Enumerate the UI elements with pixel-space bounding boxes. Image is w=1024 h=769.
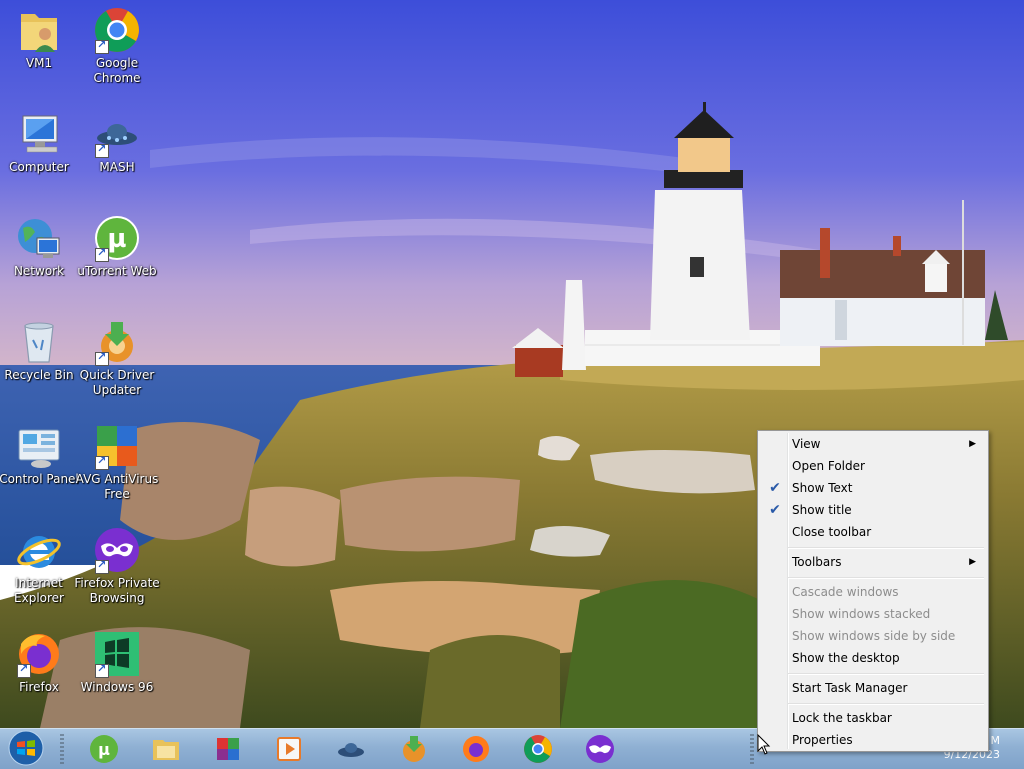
menu-item-lock-the-taskbar[interactable]: Lock the taskbar bbox=[760, 707, 986, 729]
menu-separator bbox=[788, 673, 984, 675]
menu-item-close-toolbar[interactable]: Close toolbar bbox=[760, 521, 986, 543]
mash-ufo-icon bbox=[338, 743, 364, 757]
toolbar-grip[interactable] bbox=[60, 734, 64, 764]
menu-item-show-title[interactable]: ✔ Show title bbox=[760, 499, 986, 521]
menu-item-label: Start Task Manager bbox=[792, 681, 908, 695]
shortcut-arrow-icon bbox=[95, 246, 109, 262]
desktop-icon-mash[interactable]: MASH bbox=[78, 106, 156, 206]
ie-icon bbox=[17, 536, 61, 568]
shortcut-arrow-icon bbox=[95, 38, 109, 54]
menu-item-label: Toolbars bbox=[792, 555, 842, 569]
menu-separator bbox=[788, 703, 984, 705]
desktop-icon-label: Google Chrome bbox=[93, 56, 141, 85]
shortcut-arrow-icon bbox=[95, 558, 109, 574]
menu-separator bbox=[788, 577, 984, 579]
recycle-bin-icon bbox=[24, 322, 54, 363]
driver-updater-icon bbox=[403, 736, 425, 762]
mouse-cursor-icon bbox=[757, 734, 771, 755]
menu-separator bbox=[788, 547, 984, 549]
firefox-private-icon bbox=[586, 735, 614, 763]
desktop-icon-label: uTorrent Web bbox=[77, 264, 157, 278]
taskbar-context-menu: View ▶ Open Folder ✔ Show Text ✔ Show ti… bbox=[757, 430, 989, 752]
taskbar-firefox-button[interactable] bbox=[452, 732, 502, 766]
media-player-icon bbox=[277, 737, 301, 761]
menu-item-label: Close toolbar bbox=[792, 525, 872, 539]
desktop-icon-label: Firefox Private Browsing bbox=[74, 576, 160, 605]
desktop-icon-windows-96[interactable]: Windows 96 bbox=[78, 626, 156, 726]
menu-item-show-windows-side-by-side: Show windows side by side bbox=[760, 625, 986, 647]
menu-item-label: Open Folder bbox=[792, 459, 865, 473]
taskbar-chrome-button[interactable] bbox=[514, 732, 564, 766]
menu-item-start-task-manager[interactable]: Start Task Manager bbox=[760, 677, 986, 699]
chrome-icon bbox=[524, 735, 552, 763]
desktop-icon-control-panel[interactable]: Control Panel bbox=[0, 418, 79, 518]
file-explorer-icon bbox=[153, 740, 179, 760]
menu-item-label: Show windows side by side bbox=[792, 629, 956, 643]
desktop-icon-computer[interactable]: Computer bbox=[0, 106, 78, 206]
taskbar-mash-button[interactable] bbox=[327, 732, 377, 766]
menu-item-properties[interactable]: Properties bbox=[760, 729, 986, 751]
desktop-icon-google-chrome[interactable]: Google Chrome bbox=[78, 2, 156, 102]
taskbar-media-player-button[interactable] bbox=[265, 732, 315, 766]
utorrent-icon: µ bbox=[90, 735, 118, 763]
desktop-icon-label: AVG AntiVirus Free bbox=[75, 472, 159, 501]
menu-item-cascade-windows: Cascade windows bbox=[760, 581, 986, 603]
menu-item-toolbars[interactable]: Toolbars ▶ bbox=[760, 551, 986, 573]
menu-item-show-windows-stacked: Show windows stacked bbox=[760, 603, 986, 625]
menu-item-label: Show the desktop bbox=[792, 651, 900, 665]
menu-item-show-the-desktop[interactable]: Show the desktop bbox=[760, 647, 986, 669]
menu-item-label: Show windows stacked bbox=[792, 607, 931, 621]
taskbar-utorrent-button[interactable]: µ bbox=[80, 732, 130, 766]
taskbar-firefox-private-button[interactable] bbox=[576, 732, 626, 766]
network-icon bbox=[18, 219, 60, 258]
desktop-icon-label: MASH bbox=[99, 160, 135, 174]
desktop-icon-label: Windows 96 bbox=[80, 680, 154, 694]
shortcut-arrow-icon bbox=[95, 350, 109, 366]
desktop-icon-label: Quick Driver Updater bbox=[79, 368, 155, 397]
desktop-icon-vm1[interactable]: VM1 bbox=[0, 2, 78, 102]
shortcut-arrow-icon bbox=[95, 662, 109, 678]
computer-icon bbox=[22, 115, 58, 153]
winrar-icon bbox=[217, 738, 239, 760]
checkmark-icon: ✔ bbox=[769, 502, 781, 518]
menu-item-view[interactable]: View ▶ bbox=[760, 433, 986, 455]
submenu-arrow-icon: ▶ bbox=[969, 439, 976, 449]
desktop-icon-firefox-private-browsing[interactable]: Firefox Private Browsing bbox=[74, 522, 160, 622]
taskbar-file-explorer-button[interactable] bbox=[142, 732, 192, 766]
shortcut-arrow-icon bbox=[95, 142, 109, 158]
shortcut-arrow-icon bbox=[17, 662, 31, 678]
shortcut-arrow-icon bbox=[95, 454, 109, 470]
desktop-icon-utorrent-web[interactable]: µ uTorrent Web bbox=[77, 210, 157, 310]
control-panel-icon bbox=[18, 429, 60, 468]
menu-item-label: Cascade windows bbox=[792, 585, 899, 599]
folder-user-icon bbox=[21, 14, 57, 52]
desktop-icon-quick-driver-updater[interactable]: Quick Driver Updater bbox=[78, 314, 156, 414]
toolbar-grip[interactable] bbox=[750, 734, 754, 764]
menu-item-label: Show title bbox=[792, 503, 852, 517]
desktop-icon-internet-explorer[interactable]: Internet Explorer bbox=[0, 522, 78, 622]
firefox-icon bbox=[463, 736, 489, 762]
desktop-icon-firefox[interactable]: Firefox bbox=[0, 626, 78, 726]
menu-item-label: Properties bbox=[792, 733, 853, 747]
menu-item-label: Show Text bbox=[792, 481, 853, 495]
desktop-icon-network[interactable]: Network bbox=[0, 210, 78, 310]
menu-item-label: Lock the taskbar bbox=[792, 711, 892, 725]
checkmark-icon: ✔ bbox=[769, 480, 781, 496]
start-button[interactable] bbox=[8, 730, 44, 766]
desktop-icon-avg-antivirus-free[interactable]: AVG AntiVirus Free bbox=[76, 418, 158, 518]
menu-item-open-folder[interactable]: Open Folder bbox=[760, 455, 986, 477]
taskbar-winrar-button[interactable] bbox=[204, 732, 254, 766]
taskbar-driver-updater-button[interactable] bbox=[390, 732, 440, 766]
menu-item-show-text[interactable]: ✔ Show Text bbox=[760, 477, 986, 499]
desktop-icon-recycle-bin[interactable]: Recycle Bin bbox=[0, 314, 78, 414]
svg-text:µ: µ bbox=[98, 740, 110, 759]
svg-text:µ: µ bbox=[107, 224, 126, 254]
submenu-arrow-icon: ▶ bbox=[969, 557, 976, 567]
menu-item-label: View bbox=[792, 437, 821, 451]
